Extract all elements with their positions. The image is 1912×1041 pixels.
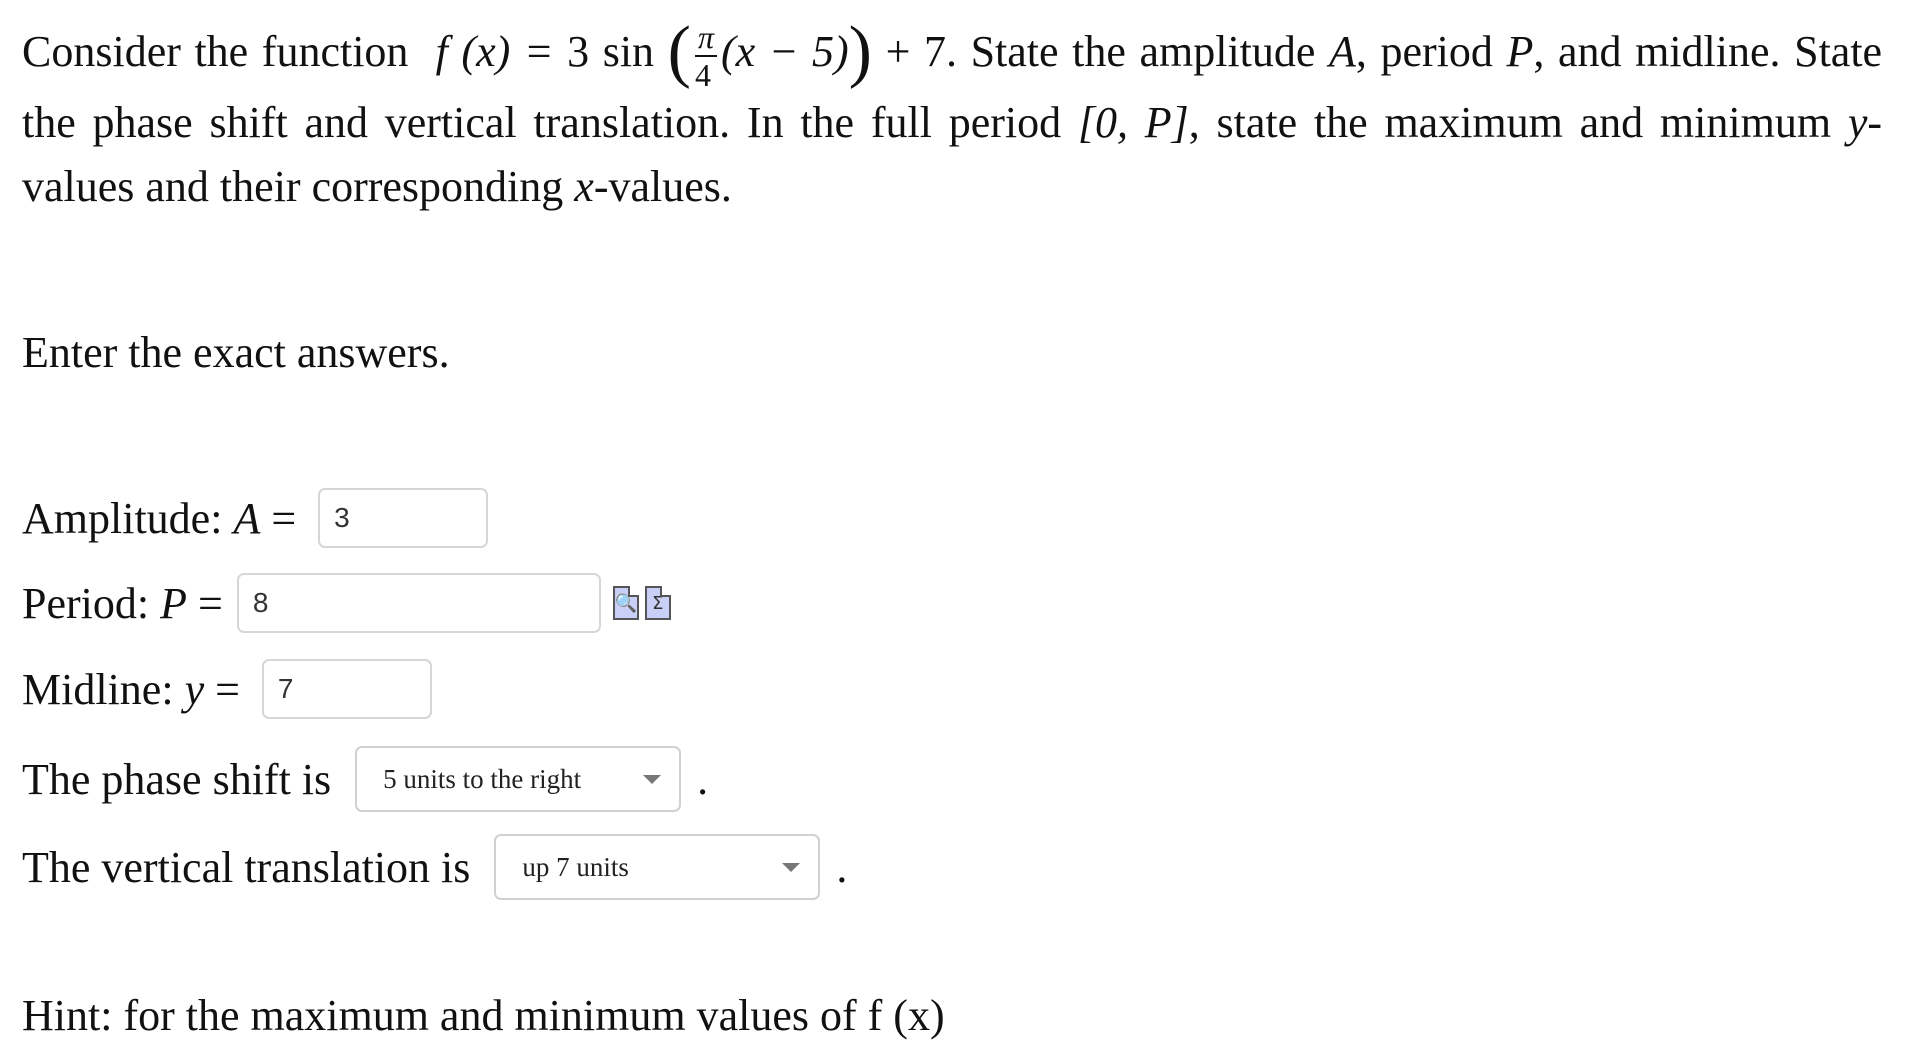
midline-label: Midline: <box>22 664 174 714</box>
frac-numerator: π <box>694 21 717 57</box>
chevron-down-icon <box>643 774 662 784</box>
midline-var: y <box>184 664 205 714</box>
right-paren: ) <box>848 13 872 90</box>
inner-expression: (x − 5) <box>720 27 849 76</box>
vertical-translation-period: . <box>836 842 848 892</box>
period-eq: = <box>198 578 223 628</box>
instruction-text: Enter the exact answers. <box>22 328 450 377</box>
amplitude-value: 3 <box>334 502 350 533</box>
midline-eq: = <box>215 664 240 714</box>
period-var: P <box>160 578 187 628</box>
var-a: A <box>1329 27 1356 76</box>
frac-denominator: 4 <box>694 56 711 93</box>
phase-shift-period: . <box>697 754 709 804</box>
vertical-translation-row: The vertical translation is up 7 units . <box>22 834 847 900</box>
vertical-translation-selected: up 7 units <box>522 851 629 882</box>
preview-icon[interactable]: 🔍 <box>612 586 639 620</box>
amplitude-label: Amplitude: <box>22 493 223 543</box>
interval: [0, P] <box>1077 97 1189 147</box>
hint-text: Hint: for the maximum and minimum values… <box>22 991 945 1040</box>
function-tail: + 7. <box>885 27 957 76</box>
problem-text-1: State the amplitude <box>970 27 1316 76</box>
amplitude-input[interactable]: 3 <box>318 488 489 548</box>
amplitude-row: Amplitude: A = 3 <box>22 488 489 548</box>
problem-text-6: -values. <box>593 161 732 211</box>
phase-shift-selected: 5 units to the right <box>383 763 582 794</box>
period-label: Period: <box>22 578 150 628</box>
period-value: 8 <box>252 587 269 618</box>
pi-over-4-fraction: π4 <box>694 21 717 93</box>
function-lhs: f (x) = <box>435 27 568 76</box>
function-coef: 3 sin <box>567 27 655 76</box>
var-x: x <box>574 161 594 211</box>
problem-statement: Consider the function f (x) = 3 sin (π 4(… <box>22 17 1882 219</box>
problem-text-2: , period <box>1355 27 1493 76</box>
period-input[interactable]: 8 <box>236 573 601 633</box>
vertical-translation-select[interactable]: up 7 units <box>494 834 821 900</box>
phase-shift-label: The phase shift is <box>22 754 332 804</box>
problem-intro: Consider the function <box>22 27 409 76</box>
midline-row: Midline: y = 7 <box>22 659 432 719</box>
midline-input[interactable]: 7 <box>261 659 432 719</box>
problem-text-4: , state the maximum and minimum <box>1188 97 1832 147</box>
var-p: P <box>1506 27 1534 76</box>
midline-value: 7 <box>277 673 294 704</box>
period-row: Period: P = 8 🔍 Σ <box>22 573 671 633</box>
amplitude-eq: = <box>271 493 297 543</box>
phase-shift-select[interactable]: 5 units to the right <box>355 746 682 812</box>
phase-shift-row: The phase shift is 5 units to the right … <box>22 746 708 812</box>
var-y: y <box>1847 97 1868 147</box>
amplitude-var: A <box>233 493 261 543</box>
left-paren: ( <box>667 13 691 90</box>
chevron-down-icon <box>782 862 801 872</box>
vertical-translation-label: The vertical translation is <box>22 842 471 892</box>
equation-editor-icon[interactable]: Σ <box>644 586 671 620</box>
